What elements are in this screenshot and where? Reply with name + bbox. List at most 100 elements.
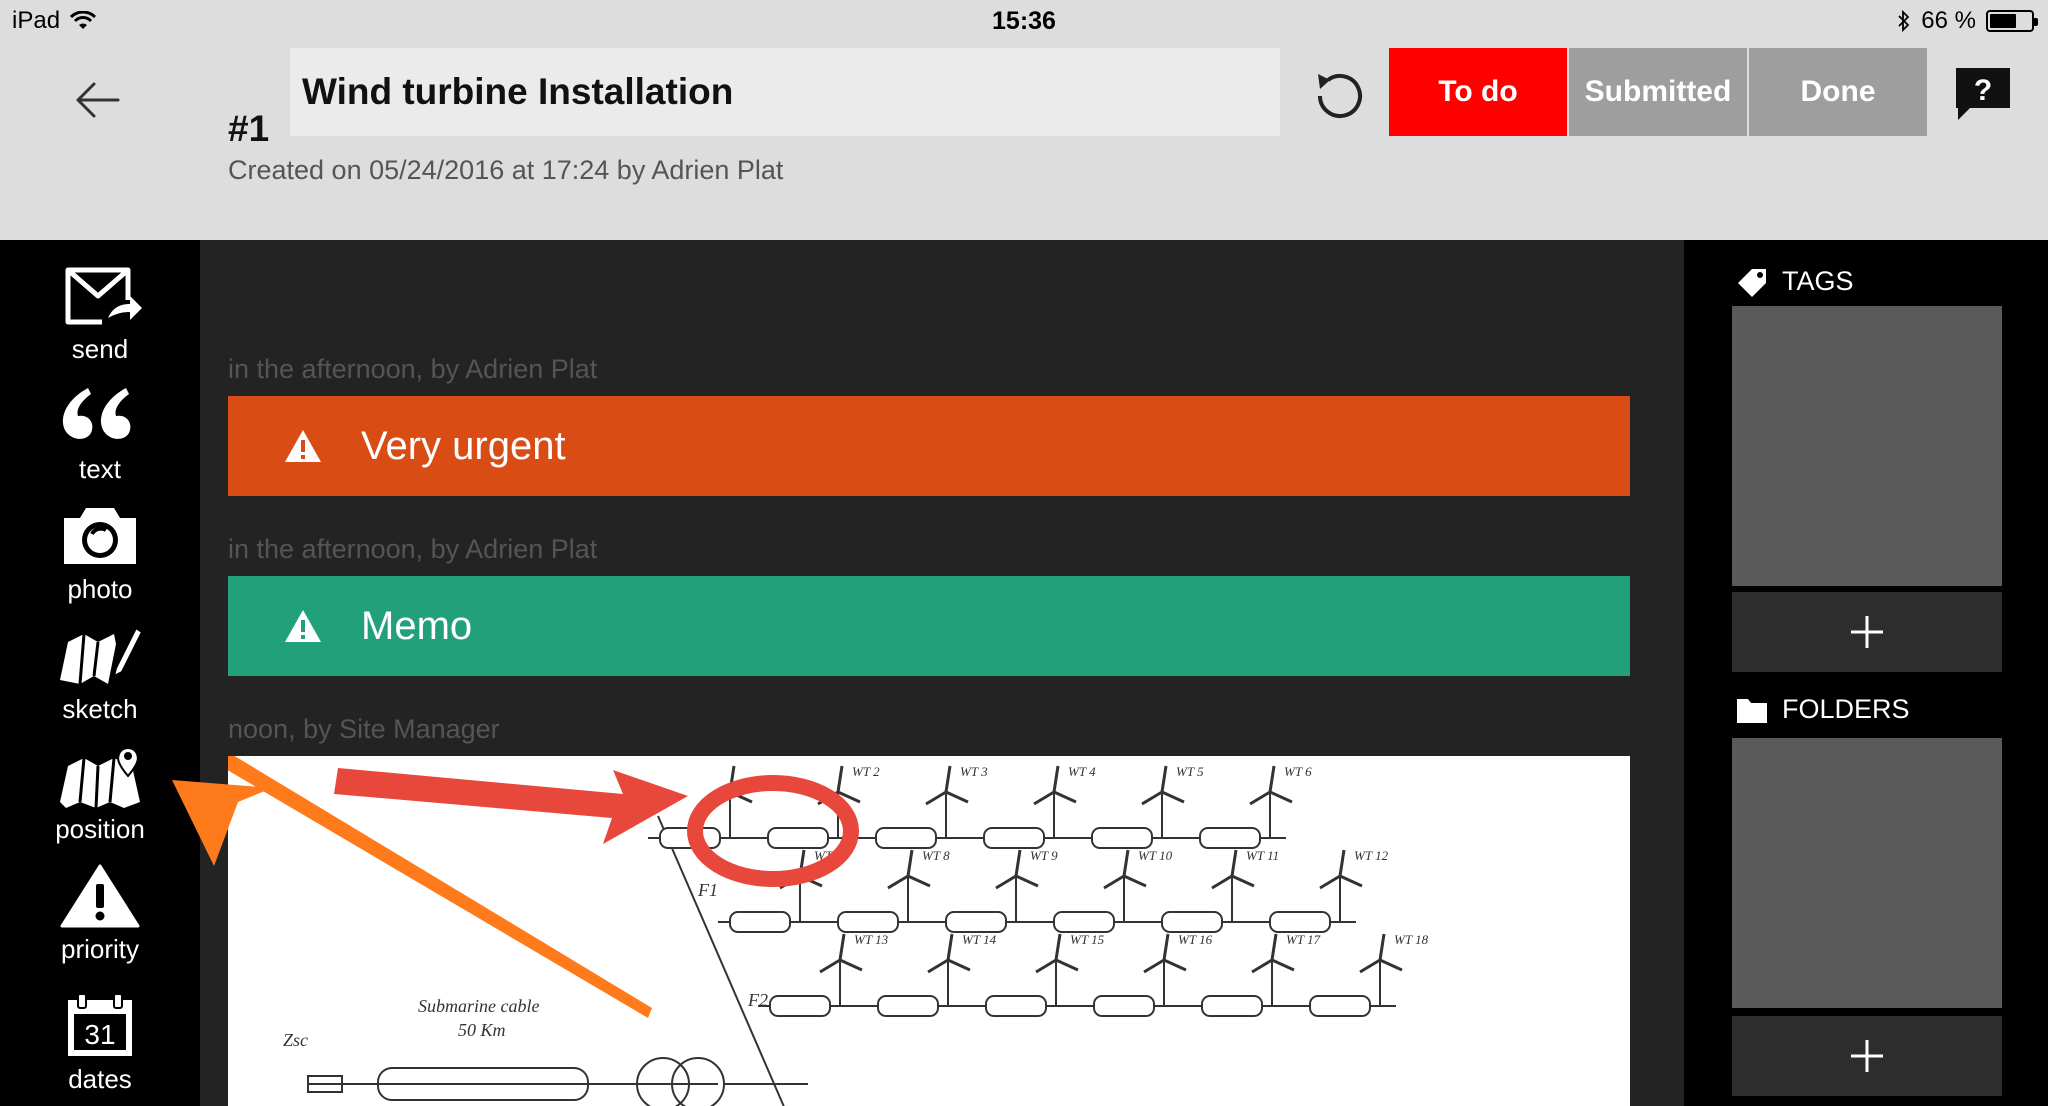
envelope-send-icon: [65, 267, 142, 325]
turbine-label: WT 17: [1286, 932, 1321, 947]
cable-segment: [837, 911, 899, 933]
tags-box[interactable]: [1732, 306, 2002, 586]
status-submitted-button[interactable]: Submitted: [1569, 48, 1747, 136]
turbine-label: WT 13: [854, 932, 889, 947]
calendar-day: 31: [84, 1019, 115, 1050]
camera-icon: [64, 508, 136, 564]
cable-segment: [985, 995, 1047, 1017]
turbine-label: WT 5: [1176, 764, 1204, 779]
tool-sidebar: send text photo sketch position priority…: [0, 240, 200, 1106]
tool-photo[interactable]: photo: [0, 504, 200, 624]
right-sidebar: TAGS FOLDERS: [1684, 240, 2048, 1106]
warning-icon: [285, 430, 321, 462]
task-header: #1 Created on 05/24/2016 at 17:24 by Adr…: [0, 40, 2048, 240]
plus-icon: [1851, 1040, 1883, 1072]
tool-dates-label: dates: [68, 1064, 132, 1094]
turbine-label: WT 12: [1354, 848, 1389, 863]
priority-entry[interactable]: Very urgent: [228, 396, 1630, 496]
warning-icon: [60, 864, 140, 928]
turbine-label: WT 9: [1030, 848, 1058, 863]
plus-icon: [1851, 616, 1883, 648]
wind-farm-diagram: Zsc Submarine cable 50 Km F1 F2 WT 2 WT 3…: [228, 756, 1429, 1106]
turbine-label: WT 11: [1246, 848, 1279, 863]
tool-priority[interactable]: priority: [0, 864, 200, 984]
cable-segment: [767, 827, 829, 849]
task-feed[interactable]: in the afternoon, by Adrien Plat Very ur…: [200, 240, 1684, 1106]
turbine-label: WT 18: [1394, 932, 1429, 947]
created-info: Created on 05/24/2016 at 17:24 by Adrien…: [228, 155, 784, 185]
tool-position-label: position: [55, 814, 145, 844]
cable-segment: [875, 827, 937, 849]
battery-percent: 66 %: [1921, 7, 1976, 34]
cable-length-label: 50 Km: [458, 1020, 506, 1040]
turbine-label: WT 2: [852, 764, 880, 779]
cable-segment: [877, 995, 939, 1017]
status-done-button[interactable]: Done: [1749, 48, 1927, 136]
cable-segment: [983, 827, 1045, 849]
calendar-icon: 31: [68, 994, 132, 1056]
cable-segment: [769, 995, 831, 1017]
tags-title: TAGS: [1782, 266, 1854, 296]
tool-sketch[interactable]: sketch: [0, 624, 200, 744]
status-todo-button[interactable]: To do: [1389, 48, 1567, 136]
cable-segment: [1053, 911, 1115, 933]
quote-icon: [62, 388, 131, 439]
photo-entry[interactable]: Zsc Submarine cable 50 Km F1 F2 WT 2 WT 3…: [228, 756, 1630, 1106]
tool-dates[interactable]: 31 dates: [0, 994, 200, 1106]
entry-meta: in the afternoon, by Adrien Plat: [228, 354, 598, 384]
map-pin-icon: [60, 747, 140, 808]
turbine-label: WT 10: [1138, 848, 1173, 863]
tags-section-title: TAGS: [1736, 266, 1854, 297]
cable-segment: [1309, 995, 1371, 1017]
tool-priority-label: priority: [60, 934, 139, 964]
memo-entry-text: Memo: [361, 603, 473, 648]
entry-meta: in the afternoon, by Adrien Plat: [228, 534, 598, 564]
cable-label: Submarine cable: [418, 996, 539, 1016]
orange-annotation-arrowhead: [172, 780, 272, 866]
tag-icon: [1738, 268, 1766, 297]
tool-photo-label: photo: [67, 574, 133, 604]
cable-segment: [1201, 995, 1263, 1017]
turbine-label: WT 8: [922, 848, 950, 863]
cable-segment: [1093, 995, 1155, 1017]
back-arrow-icon[interactable]: [70, 70, 130, 130]
turbine-label: WT 4: [1068, 764, 1096, 779]
battery-icon: [1986, 10, 2038, 32]
help-glyph: ?: [1974, 74, 1992, 107]
add-tag-button[interactable]: [1732, 592, 2002, 672]
cable-segment: [1091, 827, 1153, 849]
battery-level: [1990, 14, 2017, 28]
red-annotation-arrow: [334, 768, 688, 844]
cable-segment: [1199, 827, 1261, 849]
tool-sketch-label: sketch: [62, 694, 138, 724]
cable-segment: [1161, 911, 1223, 933]
turbine-label: WT 16: [1178, 932, 1213, 947]
status-bar: iPad 15:36 66 %: [0, 0, 2048, 40]
zsc-label: Zsc: [283, 1030, 308, 1050]
map-pencil-icon: [60, 626, 142, 685]
help-bubble-icon[interactable]: ?: [1952, 66, 2014, 122]
add-folder-button[interactable]: [1732, 1016, 2002, 1096]
turbine-label: WT 6: [1284, 764, 1312, 779]
folders-box[interactable]: [1732, 738, 2002, 1008]
cable-segment: [1269, 911, 1331, 933]
refresh-icon[interactable]: [1306, 64, 1370, 128]
bluetooth-icon: [1898, 10, 1910, 32]
feeder-label-f1: F1: [697, 880, 718, 900]
task-number: #1: [228, 108, 270, 149]
folders-section-title: FOLDERS: [1736, 694, 1910, 725]
turbine-label: WT 15: [1070, 932, 1105, 947]
turbine-label: WT 14: [962, 932, 997, 947]
tool-send-label: send: [71, 334, 129, 364]
memo-entry[interactable]: Memo: [228, 576, 1630, 676]
tool-text-label: text: [79, 454, 121, 484]
tool-text[interactable]: text: [0, 384, 200, 504]
folders-title: FOLDERS: [1782, 694, 1910, 724]
tool-send[interactable]: send: [0, 264, 200, 384]
cable-segment: [729, 911, 791, 933]
entry-meta: noon, by Site Manager: [228, 714, 500, 744]
folder-icon: [1737, 698, 1767, 723]
turbine-label: WT 3: [960, 764, 988, 779]
priority-entry-text: Very urgent: [361, 423, 566, 468]
task-title-input[interactable]: [290, 48, 1280, 136]
